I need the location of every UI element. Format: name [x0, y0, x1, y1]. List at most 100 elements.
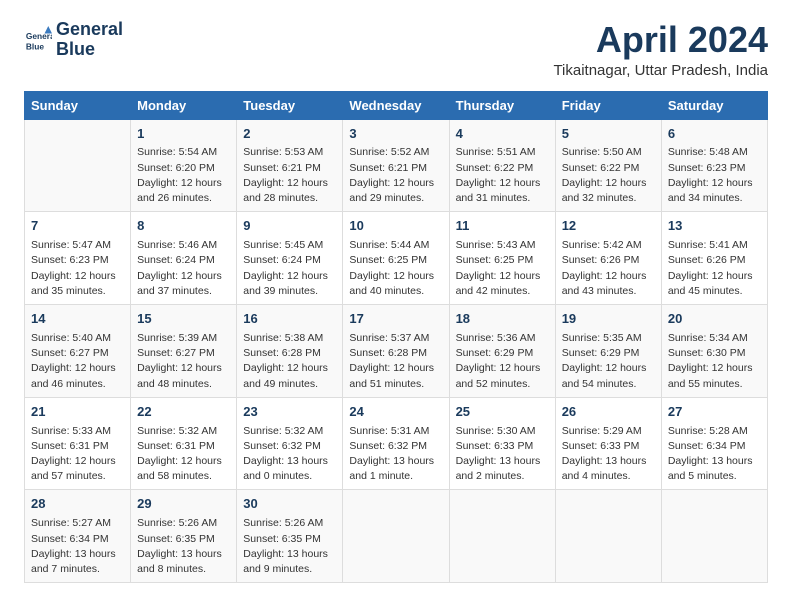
day-info: Sunrise: 5:44 AM Sunset: 6:25 PM Dayligh… — [349, 238, 442, 299]
day-number: 30 — [243, 495, 336, 514]
day-number: 3 — [349, 125, 442, 144]
day-cell: 16 Sunrise: 5:38 AM Sunset: 6:28 PM Dayli… — [237, 305, 343, 398]
day-info: Sunrise: 5:50 AM Sunset: 6:22 PM Dayligh… — [562, 145, 655, 206]
day-info: Sunrise: 5:40 AM Sunset: 6:27 PM Dayligh… — [31, 331, 124, 392]
day-number: 5 — [562, 125, 655, 144]
day-info: Sunrise: 5:54 AM Sunset: 6:20 PM Dayligh… — [137, 145, 230, 206]
day-cell: 10 Sunrise: 5:44 AM Sunset: 6:25 PM Dayli… — [343, 212, 449, 305]
header-row: SundayMondayTuesdayWednesdayThursdayFrid… — [25, 91, 768, 119]
day-info: Sunrise: 5:34 AM Sunset: 6:30 PM Dayligh… — [668, 331, 761, 392]
day-info: Sunrise: 5:32 AM Sunset: 6:32 PM Dayligh… — [243, 424, 336, 485]
logo-icon: General Blue — [24, 26, 52, 54]
day-number: 8 — [137, 217, 230, 236]
day-cell: 6Sunrise: 5:48 AM Sunset: 6:23 PM Daylig… — [661, 119, 767, 212]
col-header-wednesday: Wednesday — [343, 91, 449, 119]
day-cell: 9Sunrise: 5:45 AM Sunset: 6:24 PM Daylig… — [237, 212, 343, 305]
day-cell: 15 Sunrise: 5:39 AM Sunset: 6:27 PM Dayli… — [131, 305, 237, 398]
day-info: Sunrise: 5:51 AM Sunset: 6:22 PM Dayligh… — [456, 145, 549, 206]
day-cell: 17 Sunrise: 5:37 AM Sunset: 6:28 PM Dayli… — [343, 305, 449, 398]
col-header-thursday: Thursday — [449, 91, 555, 119]
day-cell: 23 Sunrise: 5:32 AM Sunset: 6:32 PM Dayli… — [237, 397, 343, 490]
day-info: Sunrise: 5:38 AM Sunset: 6:28 PM Dayligh… — [243, 331, 336, 392]
week-row-4: 21 Sunrise: 5:33 AM Sunset: 6:31 PM Dayli… — [25, 397, 768, 490]
day-number: 25 — [456, 403, 549, 422]
day-number: 23 — [243, 403, 336, 422]
day-cell: 13 Sunrise: 5:41 AM Sunset: 6:26 PM Dayli… — [661, 212, 767, 305]
day-info: Sunrise: 5:52 AM Sunset: 6:21 PM Dayligh… — [349, 145, 442, 206]
day-number: 4 — [456, 125, 549, 144]
day-number: 13 — [668, 217, 761, 236]
day-cell: 2Sunrise: 5:53 AM Sunset: 6:21 PM Daylig… — [237, 119, 343, 212]
day-cell: 1Sunrise: 5:54 AM Sunset: 6:20 PM Daylig… — [131, 119, 237, 212]
day-number: 7 — [31, 217, 124, 236]
day-cell: 21 Sunrise: 5:33 AM Sunset: 6:31 PM Dayli… — [25, 397, 131, 490]
day-info: Sunrise: 5:42 AM Sunset: 6:26 PM Dayligh… — [562, 238, 655, 299]
day-number: 27 — [668, 403, 761, 422]
day-cell: 3Sunrise: 5:52 AM Sunset: 6:21 PM Daylig… — [343, 119, 449, 212]
day-info: Sunrise: 5:43 AM Sunset: 6:25 PM Dayligh… — [456, 238, 549, 299]
day-cell: 25 Sunrise: 5:30 AM Sunset: 6:33 PM Dayli… — [449, 397, 555, 490]
week-row-5: 28 Sunrise: 5:27 AM Sunset: 6:34 PM Dayli… — [25, 490, 768, 583]
day-number: 16 — [243, 310, 336, 329]
day-info: Sunrise: 5:41 AM Sunset: 6:26 PM Dayligh… — [668, 238, 761, 299]
day-number: 22 — [137, 403, 230, 422]
col-header-friday: Friday — [555, 91, 661, 119]
day-number: 10 — [349, 217, 442, 236]
day-info: Sunrise: 5:35 AM Sunset: 6:29 PM Dayligh… — [562, 331, 655, 392]
col-header-monday: Monday — [131, 91, 237, 119]
day-info: Sunrise: 5:36 AM Sunset: 6:29 PM Dayligh… — [456, 331, 549, 392]
day-cell: 22 Sunrise: 5:32 AM Sunset: 6:31 PM Dayli… — [131, 397, 237, 490]
calendar-table: SundayMondayTuesdayWednesdayThursdayFrid… — [24, 91, 768, 584]
logo: General Blue General Blue — [24, 20, 123, 60]
day-number: 28 — [31, 495, 124, 514]
day-info: Sunrise: 5:29 AM Sunset: 6:33 PM Dayligh… — [562, 424, 655, 485]
day-number: 26 — [562, 403, 655, 422]
day-number: 21 — [31, 403, 124, 422]
day-number: 12 — [562, 217, 655, 236]
day-cell — [555, 490, 661, 583]
day-info: Sunrise: 5:37 AM Sunset: 6:28 PM Dayligh… — [349, 331, 442, 392]
day-info: Sunrise: 5:53 AM Sunset: 6:21 PM Dayligh… — [243, 145, 336, 206]
day-cell: 14 Sunrise: 5:40 AM Sunset: 6:27 PM Dayli… — [25, 305, 131, 398]
logo-text: General Blue — [56, 20, 123, 60]
day-number: 1 — [137, 125, 230, 144]
day-cell: 24Sunrise: 5:31 AM Sunset: 6:32 PM Dayli… — [343, 397, 449, 490]
day-info: Sunrise: 5:32 AM Sunset: 6:31 PM Dayligh… — [137, 424, 230, 485]
day-cell: 19Sunrise: 5:35 AM Sunset: 6:29 PM Dayli… — [555, 305, 661, 398]
day-info: Sunrise: 5:30 AM Sunset: 6:33 PM Dayligh… — [456, 424, 549, 485]
day-number: 15 — [137, 310, 230, 329]
day-info: Sunrise: 5:39 AM Sunset: 6:27 PM Dayligh… — [137, 331, 230, 392]
day-number: 24 — [349, 403, 442, 422]
day-number: 17 — [349, 310, 442, 329]
day-cell: 8 Sunrise: 5:46 AM Sunset: 6:24 PM Daylig… — [131, 212, 237, 305]
day-cell: 20 Sunrise: 5:34 AM Sunset: 6:30 PM Dayli… — [661, 305, 767, 398]
day-cell: 7Sunrise: 5:47 AM Sunset: 6:23 PM Daylig… — [25, 212, 131, 305]
day-info: Sunrise: 5:46 AM Sunset: 6:24 PM Dayligh… — [137, 238, 230, 299]
day-number: 29 — [137, 495, 230, 514]
col-header-tuesday: Tuesday — [237, 91, 343, 119]
day-cell: 29Sunrise: 5:26 AM Sunset: 6:35 PM Dayli… — [131, 490, 237, 583]
day-cell: 26 Sunrise: 5:29 AM Sunset: 6:33 PM Dayli… — [555, 397, 661, 490]
day-cell: 5Sunrise: 5:50 AM Sunset: 6:22 PM Daylig… — [555, 119, 661, 212]
day-cell: 4Sunrise: 5:51 AM Sunset: 6:22 PM Daylig… — [449, 119, 555, 212]
day-number: 14 — [31, 310, 124, 329]
day-info: Sunrise: 5:27 AM Sunset: 6:34 PM Dayligh… — [31, 516, 124, 577]
week-row-1: 1Sunrise: 5:54 AM Sunset: 6:20 PM Daylig… — [25, 119, 768, 212]
calendar-title: April 2024 — [553, 20, 768, 60]
day-cell: 28 Sunrise: 5:27 AM Sunset: 6:34 PM Dayli… — [25, 490, 131, 583]
week-row-3: 14 Sunrise: 5:40 AM Sunset: 6:27 PM Dayli… — [25, 305, 768, 398]
col-header-saturday: Saturday — [661, 91, 767, 119]
title-area: April 2024 Tikaitnagar, Uttar Pradesh, I… — [553, 20, 768, 79]
day-cell: 30Sunrise: 5:26 AM Sunset: 6:35 PM Dayli… — [237, 490, 343, 583]
week-row-2: 7Sunrise: 5:47 AM Sunset: 6:23 PM Daylig… — [25, 212, 768, 305]
day-number: 20 — [668, 310, 761, 329]
day-info: Sunrise: 5:48 AM Sunset: 6:23 PM Dayligh… — [668, 145, 761, 206]
day-number: 11 — [456, 217, 549, 236]
day-number: 2 — [243, 125, 336, 144]
day-number: 18 — [456, 310, 549, 329]
day-cell — [661, 490, 767, 583]
day-cell — [25, 119, 131, 212]
day-number: 9 — [243, 217, 336, 236]
day-cell: 12 Sunrise: 5:42 AM Sunset: 6:26 PM Dayli… — [555, 212, 661, 305]
day-info: Sunrise: 5:33 AM Sunset: 6:31 PM Dayligh… — [31, 424, 124, 485]
